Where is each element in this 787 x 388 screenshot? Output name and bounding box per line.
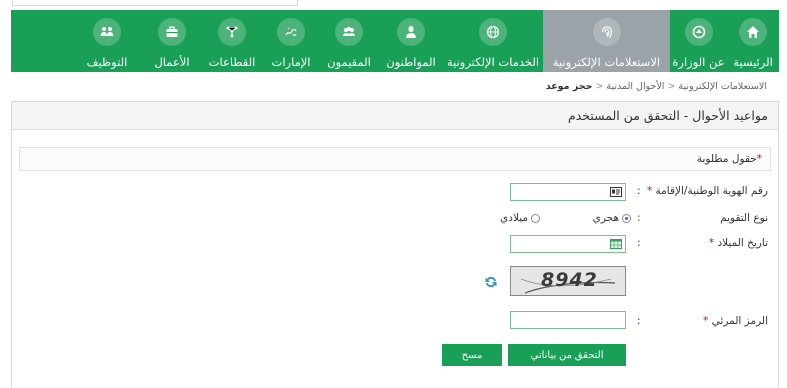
nav-label-sectors: القطاعات	[208, 55, 256, 69]
nav-item-citizens[interactable]: المواطنون	[379, 10, 443, 72]
national-id-input[interactable]	[510, 183, 626, 201]
nav-item-e-inquiries[interactable]: الاستعلامات الإلكترونية	[543, 10, 670, 72]
required-star: *	[756, 153, 762, 165]
visual-code-label: الرمز المرئي *	[703, 315, 768, 327]
nav-label-business: الأعمال	[154, 55, 190, 69]
birth-date-label: تاريخ الميلاد *	[709, 237, 768, 249]
national-id-label: رقم الهوية الوطنية/الإقامة *	[647, 185, 768, 197]
nav-item-home[interactable]: الرئيسية	[727, 10, 779, 72]
panel-title: مواعيد الأحوال - التحقق من المستخدم	[567, 108, 768, 123]
nav-item-about[interactable]: عن الوزارة	[670, 10, 727, 72]
hijri-radio-option[interactable]: هجري	[593, 212, 631, 224]
group-icon	[335, 18, 363, 46]
person-icon	[397, 18, 425, 46]
nav-item-sectors[interactable]: القطاعات	[201, 10, 263, 72]
search-box[interactable]	[12, 0, 298, 6]
nav-item-business[interactable]: الأعمال	[143, 10, 201, 72]
colon: :	[637, 237, 641, 249]
briefcase-icon	[158, 18, 186, 46]
nav-label-emirates: الإمارات	[271, 55, 311, 69]
hijri-label: هجري	[592, 212, 619, 224]
breadcrumb-separator: <	[667, 81, 676, 92]
verify-my-data-button[interactable]: التحقق من بياناتي	[508, 344, 626, 366]
gregorian-radio-option[interactable]: ميلادي	[500, 212, 540, 224]
emblem-icon	[684, 18, 713, 46]
visual-code-input[interactable]	[510, 311, 626, 329]
captcha-text: 8942	[541, 269, 598, 291]
required-fields-note: *حقول مطلوبة	[697, 153, 762, 165]
nav-label-employment: التوظيف	[86, 55, 128, 69]
visual-code-label-text: الرمز المرئي	[711, 315, 768, 327]
calendar-type-label: نوع التقويم	[720, 212, 768, 224]
fingerprint-icon	[592, 18, 621, 46]
captcha-image: 8942	[510, 266, 626, 296]
national-id-label-text: رقم الهوية الوطنية/الإقامة	[655, 185, 768, 197]
nav-item-employment[interactable]: التوظيف	[71, 10, 143, 72]
required-fields-bar: *حقول مطلوبة	[19, 147, 771, 171]
clear-button[interactable]: مسح	[442, 344, 502, 366]
gregorian-label: ميلادي	[500, 212, 528, 224]
birth-date-label-text: تاريخ الميلاد	[717, 237, 768, 249]
colon: :	[637, 315, 641, 327]
required-star: *	[703, 315, 709, 327]
breadcrumb-item-e-inquiries[interactable]: الاستعلامات الإلكترونية	[678, 81, 767, 92]
nav-label-residents: المقيمون	[327, 55, 371, 69]
breadcrumb-current: حجز موعد	[545, 81, 593, 92]
colon: :	[637, 185, 641, 197]
network-icon	[218, 18, 246, 46]
id-card-icon	[610, 187, 622, 197]
breadcrumb-item-civil-affairs[interactable]: الأحوال المدنية	[606, 81, 664, 92]
nav-label-about: عن الوزارة	[672, 55, 725, 69]
nav-item-e-services[interactable]: الخدمات الإلكترونية	[443, 10, 543, 72]
refresh-captcha-icon[interactable]	[483, 274, 499, 290]
nav-label-home: الرئيسية	[733, 55, 773, 69]
gregorian-radio[interactable]	[531, 213, 540, 223]
breadcrumb-separator: <	[595, 81, 604, 92]
form-panel: مواعيد الأحوال - التحقق من المستخدم *حقو…	[11, 101, 779, 388]
required-star: *	[708, 237, 715, 249]
nav-label-e-inquiries: الاستعلامات الإلكترونية	[552, 55, 661, 69]
globe-icon	[479, 18, 507, 46]
main-navigation: الرئيسية عن الوزارة الاستعلامات الإلكترو…	[11, 10, 779, 72]
nav-label-citizens: المواطنون	[386, 55, 436, 69]
calligraphy-icon	[277, 18, 305, 46]
nav-item-emirates[interactable]: الإمارات	[263, 10, 319, 72]
colon: :	[637, 212, 641, 224]
nav-label-e-services: الخدمات الإلكترونية	[446, 55, 540, 69]
required-star: *	[646, 185, 653, 197]
calendar-icon[interactable]	[610, 239, 622, 249]
required-fields-label: حقول مطلوبة	[696, 153, 757, 165]
top-bar	[0, 0, 787, 10]
breadcrumb: الاستعلامات الإلكترونية<الأحوال المدنية<…	[546, 81, 767, 92]
hijri-radio[interactable]	[622, 213, 631, 223]
panel-header: مواعيد الأحوال - التحقق من المستخدم	[12, 102, 778, 130]
birth-date-input[interactable]	[510, 235, 626, 253]
people-icon	[93, 18, 121, 46]
nav-item-residents[interactable]: المقيمون	[319, 10, 379, 72]
home-icon	[739, 18, 767, 46]
